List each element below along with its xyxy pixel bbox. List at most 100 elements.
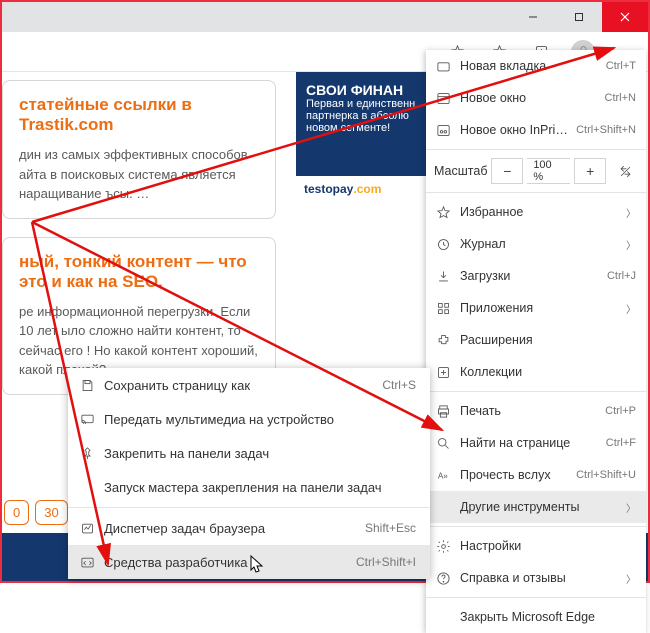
chevron-right-icon: 〉	[626, 237, 636, 252]
download-icon	[434, 269, 452, 284]
menu-item-downloads[interactable]: Загрузки Ctrl+J	[426, 260, 646, 292]
star-icon	[434, 205, 452, 220]
menu-separator	[426, 391, 646, 392]
menu-label: Диспетчер задач браузера	[104, 521, 357, 536]
page-button[interactable]: 0	[4, 500, 29, 525]
menu-separator	[426, 149, 646, 150]
chevron-right-icon: 〉	[626, 571, 636, 586]
article-card-1[interactable]: статейные ссылки в Trastik.com дин из са…	[2, 80, 276, 219]
menu-item-close-edge[interactable]: Закрыть Microsoft Edge	[426, 601, 646, 633]
submenu-item-cast[interactable]: Передать мультимедиа на устройство	[68, 402, 430, 436]
zoom-label: Масштаб	[434, 164, 487, 178]
window-titlebar	[2, 2, 648, 32]
menu-label: Новое окно InPrivate	[460, 123, 568, 137]
window-icon	[434, 91, 452, 106]
submenu-item-task-manager[interactable]: Диспетчер задач браузера Shift+Esc	[68, 511, 430, 545]
save-icon	[78, 378, 96, 393]
menu-label: Средства разработчика	[104, 555, 348, 570]
menu-item-apps[interactable]: Приложения 〉	[426, 292, 646, 324]
menu-item-history[interactable]: Журнал 〉	[426, 228, 646, 260]
chevron-right-icon: 〉	[626, 205, 636, 220]
menu-label: Настройки	[460, 539, 636, 553]
menu-label: Приложения	[460, 301, 618, 315]
menu-label: Загрузки	[460, 269, 599, 283]
more-tools-submenu: Сохранить страницу как Ctrl+S Передать му…	[68, 368, 430, 579]
menu-item-inprivate[interactable]: Новое окно InPrivate Ctrl+Shift+N	[426, 114, 646, 146]
menu-label: Коллекции	[460, 365, 636, 379]
window-close-button[interactable]	[602, 2, 648, 32]
menu-item-settings[interactable]: Настройки	[426, 530, 646, 562]
article-excerpt: дин из самых эффективных способов айта в…	[19, 145, 259, 204]
window-maximize-button[interactable]	[556, 2, 602, 32]
fullscreen-button[interactable]	[610, 158, 640, 184]
menu-item-find[interactable]: Найти на страницеCtrl+F	[426, 427, 646, 459]
help-icon	[434, 571, 452, 586]
search-icon	[434, 436, 452, 451]
menu-item-new-tab[interactable]: Новая вкладка Ctrl+T	[426, 50, 646, 82]
menu-label: Избранное	[460, 205, 618, 219]
shortcut: Ctrl+T	[606, 60, 636, 72]
menu-item-read-aloud[interactable]: A» Прочесть вслух Ctrl+Shift+U	[426, 459, 646, 491]
menu-label: Печать	[460, 404, 597, 418]
ad-headline: СВОИ ФИНАН	[306, 82, 416, 98]
shortcut: Ctrl+S	[382, 378, 416, 392]
apps-icon	[434, 301, 452, 316]
chevron-right-icon: 〉	[626, 301, 636, 316]
shortcut: Ctrl+N	[605, 92, 636, 104]
menu-item-print[interactable]: Печать Ctrl+P	[426, 395, 646, 427]
ad-line: Первая и единственн	[306, 98, 416, 110]
zoom-value: 100 %	[527, 158, 570, 184]
shortcut: Ctrl+Shift+N	[576, 124, 636, 136]
menu-item-extensions[interactable]: Расширения	[426, 324, 646, 356]
ad-line: новом сегменте!	[306, 122, 416, 134]
shortcut: Ctrl+Shift+U	[576, 469, 636, 481]
history-icon	[434, 237, 452, 252]
ad-banner[interactable]: СВОИ ФИНАН Первая и единственн партнерка…	[296, 72, 426, 202]
menu-label: Новое окно	[460, 91, 597, 105]
zoom-out-button[interactable]: −	[491, 158, 523, 184]
ad-line: партнерка в абсолю	[306, 110, 416, 122]
incognito-icon	[434, 123, 452, 138]
menu-zoom-row: Масштаб − 100 % +	[426, 153, 646, 189]
menu-label: Расширения	[460, 333, 636, 347]
menu-label: Другие инструменты	[460, 500, 618, 514]
gear-icon	[434, 539, 452, 554]
submenu-item-pin-taskbar[interactable]: Закрепить на панели задач	[68, 436, 430, 470]
pin-icon	[78, 446, 96, 461]
menu-label: Журнал	[460, 237, 618, 251]
menu-label: Найти на странице	[460, 436, 598, 450]
menu-label: Прочесть вслух	[460, 468, 568, 482]
zoom-in-button[interactable]: +	[574, 158, 606, 184]
shortcut: Shift+Esc	[365, 521, 416, 535]
browser-overflow-menu: Новая вкладка Ctrl+T Новое окно Ctrl+N Нов…	[426, 50, 646, 633]
menu-item-help[interactable]: Справка и отзывы〉	[426, 562, 646, 594]
shortcut: Ctrl+J	[607, 270, 636, 282]
menu-item-collections[interactable]: Коллекции	[426, 356, 646, 388]
menu-separator	[426, 526, 646, 527]
tab-icon	[434, 59, 452, 74]
shortcut: Ctrl+P	[605, 405, 636, 417]
shortcut: Ctrl+Shift+I	[356, 555, 416, 569]
menu-label: Закрыть Microsoft Edge	[460, 610, 636, 624]
svg-text:A»: A»	[437, 471, 447, 480]
collections-icon	[434, 365, 452, 380]
menu-label: Новая вкладка	[460, 59, 598, 73]
menu-item-new-window[interactable]: Новое окно Ctrl+N	[426, 82, 646, 114]
article-title: статейные ссылки в Trastik.com	[19, 95, 259, 135]
print-icon	[434, 404, 452, 419]
menu-separator	[68, 507, 430, 508]
devtools-icon	[78, 555, 96, 570]
menu-label: Запуск мастера закрепления на панели зад…	[104, 480, 416, 495]
read-aloud-icon: A»	[434, 468, 452, 483]
menu-item-favorites[interactable]: Избранное 〉	[426, 196, 646, 228]
page-button[interactable]: 30	[35, 500, 67, 525]
menu-label: Сохранить страницу как	[104, 378, 374, 393]
submenu-item-devtools[interactable]: Средства разработчика Ctrl+Shift+I	[68, 545, 430, 579]
submenu-item-pin-wizard[interactable]: Запуск мастера закрепления на панели зад…	[68, 470, 430, 504]
menu-item-more-tools[interactable]: Другие инструменты 〉	[426, 491, 646, 523]
submenu-item-save-as[interactable]: Сохранить страницу как Ctrl+S	[68, 368, 430, 402]
window-minimize-button[interactable]	[510, 2, 556, 32]
task-manager-icon	[78, 521, 96, 536]
chevron-right-icon: 〉	[626, 500, 636, 515]
menu-label: Передать мультимедиа на устройство	[104, 412, 416, 427]
